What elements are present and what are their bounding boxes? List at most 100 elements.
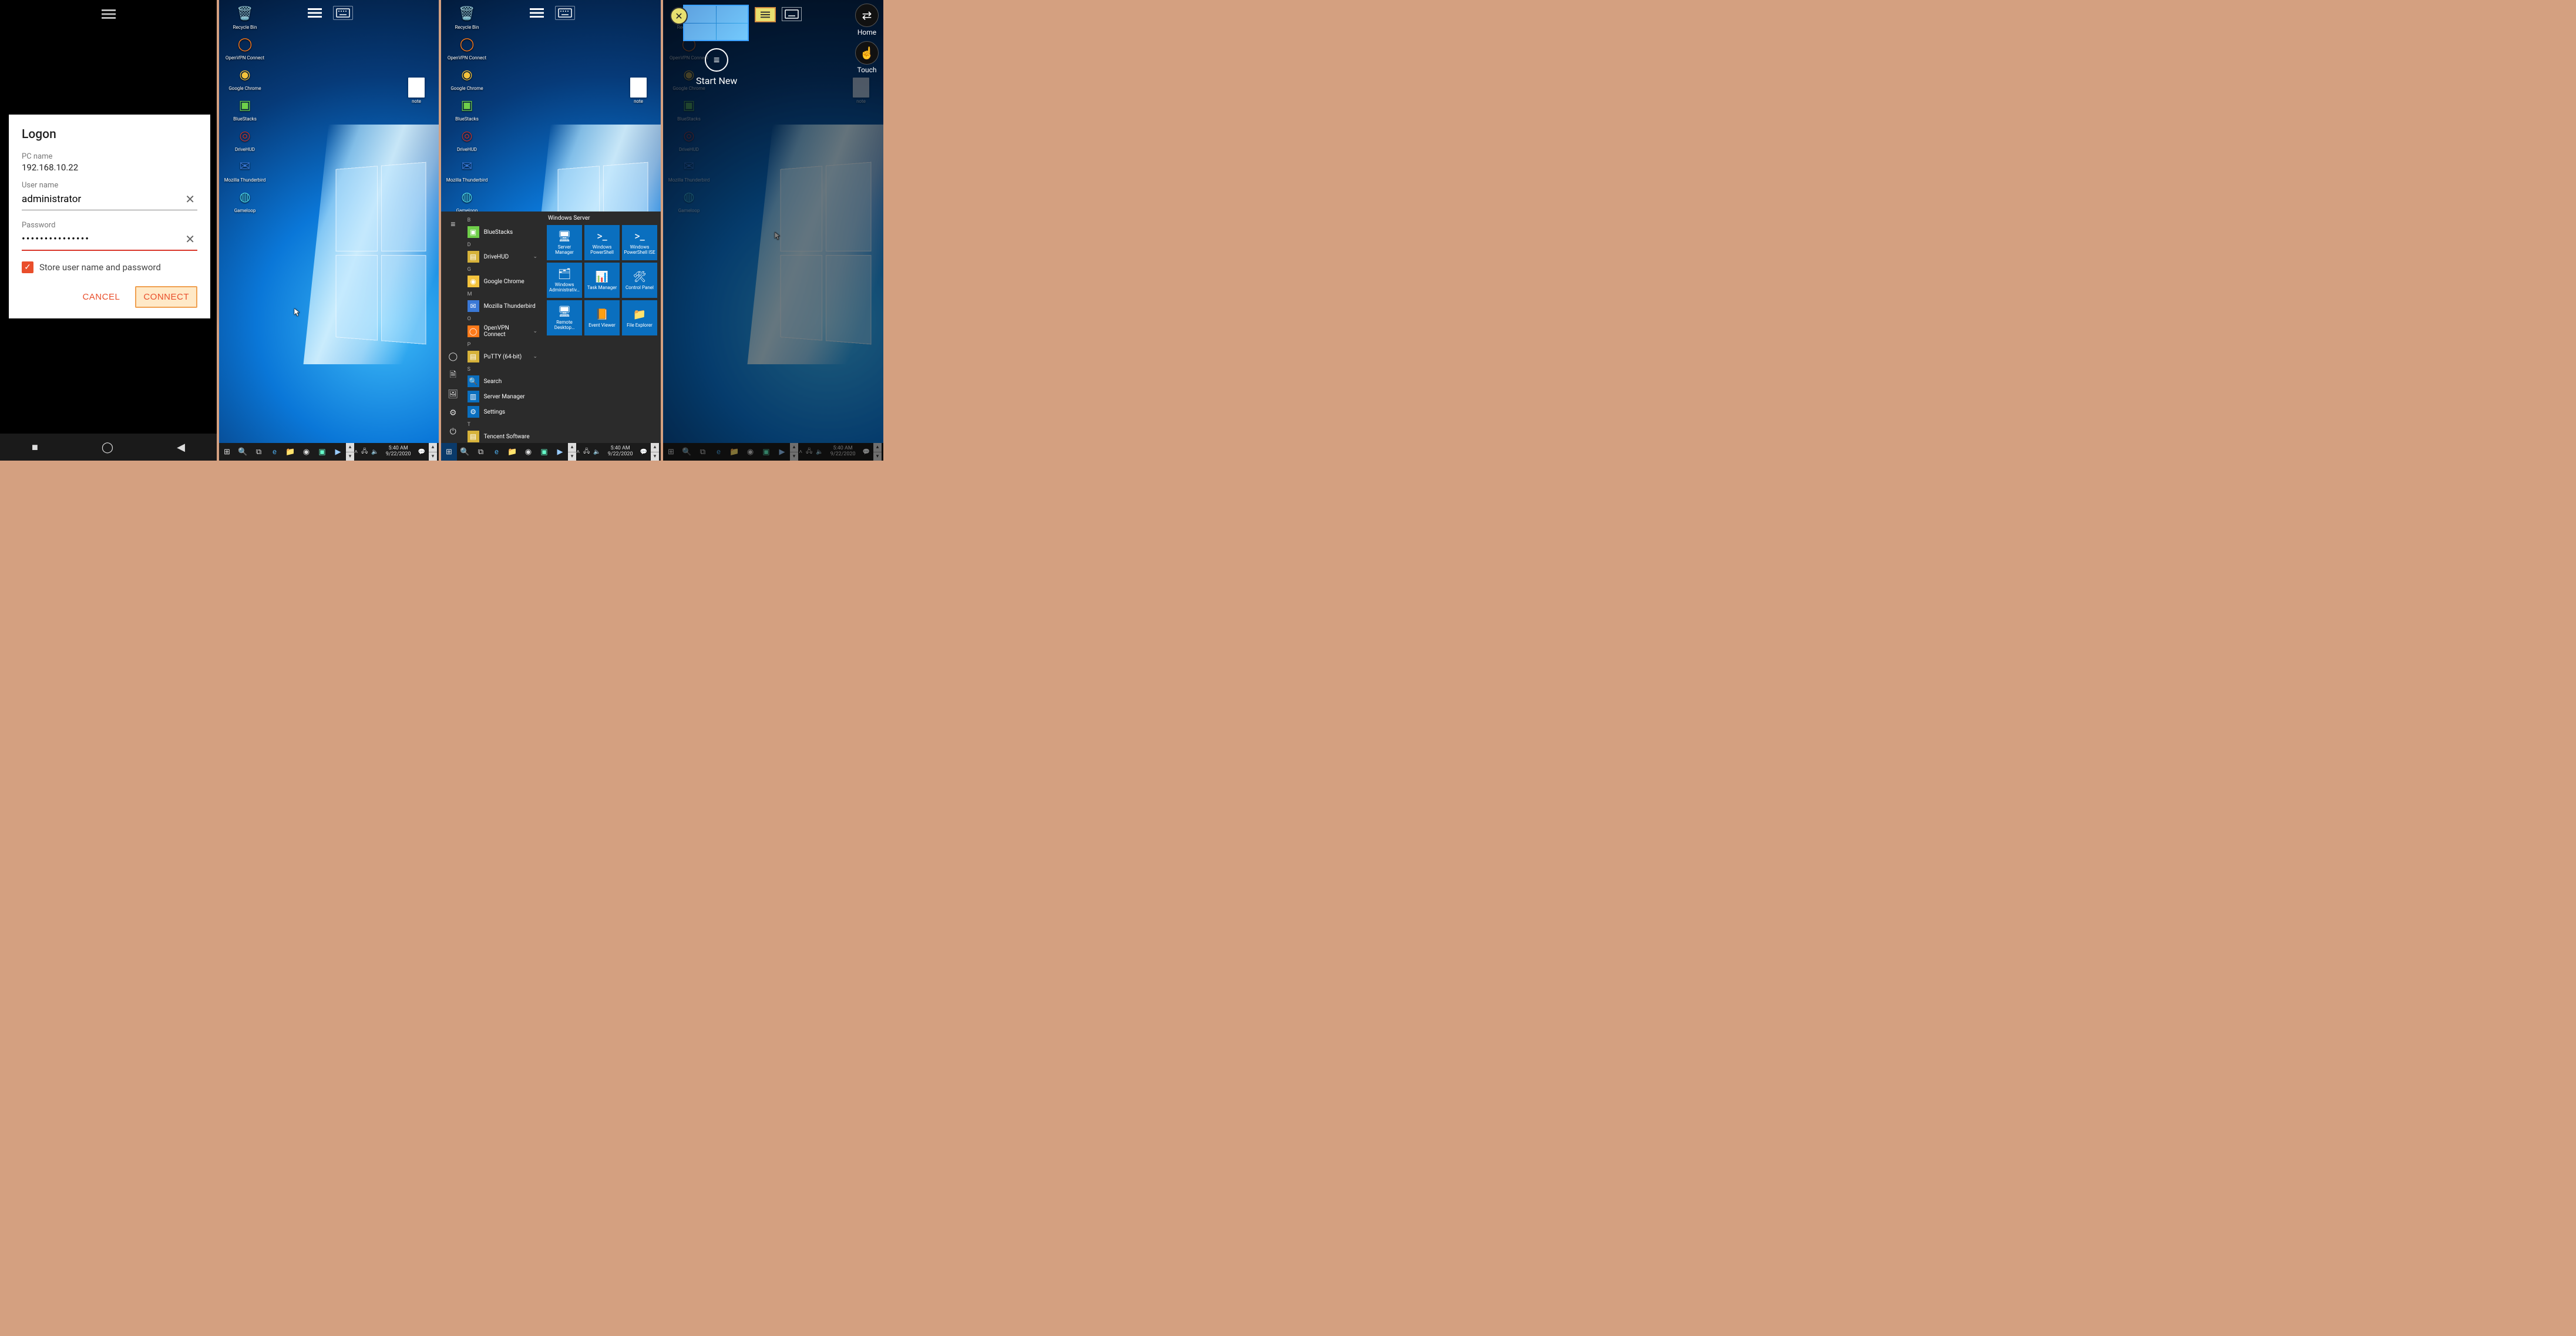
- task-view-button[interactable]: ⧉: [251, 443, 267, 461]
- desktop-icon[interactable]: ▣BlueStacks: [223, 94, 267, 123]
- desktop-icon[interactable]: ▣BlueStacks: [667, 94, 711, 123]
- touch-button[interactable]: ☝ Touch: [855, 41, 879, 74]
- network-icon[interactable]: 🖧: [583, 447, 590, 457]
- start-tile[interactable]: 🖥Server Manager: [547, 225, 582, 260]
- app-list-letter[interactable]: B: [465, 215, 542, 224]
- app-list-letter[interactable]: T: [465, 419, 542, 429]
- ie-taskbar-icon[interactable]: e: [489, 443, 505, 461]
- app-list-item[interactable]: ✉Mozilla Thunderbird: [465, 298, 542, 314]
- note-file-icon[interactable]: note: [625, 78, 651, 104]
- taskbar-scroll-right[interactable]: ▴▾: [651, 443, 659, 461]
- rail-settings-icon[interactable]: ⚙: [448, 408, 458, 418]
- start-button[interactable]: ⊞: [219, 443, 235, 461]
- hamburger-highlight-icon[interactable]: [755, 7, 776, 22]
- session-thumbnail[interactable]: [683, 5, 749, 41]
- start-tile[interactable]: 📙Event Viewer: [584, 300, 620, 335]
- keyboard-icon[interactable]: [782, 7, 802, 21]
- chrome-taskbar-icon[interactable]: ◉: [298, 443, 314, 461]
- desktop-icon[interactable]: ◯OpenVPN Connect: [445, 33, 489, 62]
- ie-taskbar-icon[interactable]: e: [267, 443, 283, 461]
- notifications-icon[interactable]: 💬: [863, 449, 870, 455]
- desktop-icon[interactable]: ◯OpenVPN Connect: [223, 33, 267, 62]
- start-tile[interactable]: 📁File Explorer: [622, 300, 657, 335]
- rail-pictures-icon[interactable]: 🖼: [448, 389, 458, 400]
- task-view-button[interactable]: ⧉: [695, 443, 711, 461]
- desktop-icon[interactable]: ▣BlueStacks: [445, 94, 489, 123]
- app2-taskbar-icon[interactable]: ▶: [552, 443, 568, 461]
- desktop-icon[interactable]: ◎DriveHUD: [223, 125, 267, 153]
- start-button[interactable]: ⊞: [663, 443, 679, 461]
- desktop-icon[interactable]: ✉Mozilla Thunderbird: [667, 155, 711, 184]
- task-view-button[interactable]: ⧉: [473, 443, 489, 461]
- app-list-item[interactable]: ▤Tencent Software: [465, 429, 542, 443]
- sound-icon[interactable]: 🔈: [593, 449, 600, 455]
- desktop-icon[interactable]: ◍Gameloop: [223, 186, 267, 214]
- hamburger-icon[interactable]: [305, 6, 325, 20]
- app-list-letter[interactable]: D: [465, 240, 542, 249]
- close-session-button[interactable]: ✕: [670, 7, 688, 25]
- start-tile[interactable]: 🖥Remote Desktop…: [547, 300, 582, 335]
- remote-desktop[interactable]: 🗑️Recycle Bin◯OpenVPN Connect◉Google Chr…: [441, 0, 661, 461]
- hamburger-icon[interactable]: [99, 7, 119, 21]
- app-list-item[interactable]: ▣BlueStacks: [465, 224, 542, 240]
- start-tile[interactable]: >_Windows PowerShell ISE: [622, 225, 657, 260]
- taskbar-scroll[interactable]: ▴▾: [346, 443, 354, 461]
- ie-taskbar-icon[interactable]: e: [711, 443, 727, 461]
- search-button[interactable]: 🔍: [679, 443, 695, 461]
- desktop-icon[interactable]: ✉Mozilla Thunderbird: [223, 155, 267, 184]
- app2-taskbar-icon[interactable]: ▶: [330, 443, 346, 461]
- app-list-letter[interactable]: P: [465, 340, 542, 349]
- desktop-icon[interactable]: ◍Gameloop: [445, 186, 489, 214]
- store-credentials-row[interactable]: ✓ Store user name and password: [22, 261, 197, 273]
- tray-up-icon[interactable]: ˄: [799, 449, 802, 455]
- search-button[interactable]: 🔍: [457, 443, 473, 461]
- taskbar-clock[interactable]: 5:40 AM 9/22/2020: [827, 446, 859, 458]
- start-menu-app-list[interactable]: B▣BlueStacksD▤DriveHUD⌄G◉Google ChromeM✉…: [465, 212, 544, 443]
- rail-power-icon[interactable]: ⏻: [448, 427, 458, 437]
- tray-up-icon[interactable]: ˄: [354, 449, 358, 455]
- taskbar-scroll-right[interactable]: ▴▾: [873, 443, 882, 461]
- scroll-up-icon[interactable]: ▴: [429, 443, 437, 452]
- app-list-item[interactable]: 🔍Search: [465, 374, 542, 389]
- keyboard-icon[interactable]: [555, 6, 575, 20]
- back-icon[interactable]: ◀: [177, 441, 185, 454]
- hamburger-icon[interactable]: [527, 6, 547, 20]
- recents-icon[interactable]: ■: [32, 441, 38, 454]
- app-list-letter[interactable]: M: [465, 289, 542, 298]
- sound-icon[interactable]: 🔈: [371, 449, 378, 455]
- app2-taskbar-icon[interactable]: ▶: [774, 443, 790, 461]
- scroll-down-icon[interactable]: ▾: [429, 452, 437, 461]
- notifications-icon[interactable]: 💬: [418, 449, 425, 455]
- remote-desktop[interactable]: 🗑️Recycle Bin◯OpenVPN Connect◉Google Chr…: [219, 0, 439, 461]
- scroll-up-icon[interactable]: ▴: [346, 443, 354, 452]
- start-tile[interactable]: 📊Task Manager: [584, 263, 620, 298]
- taskbar-scroll-right[interactable]: ▴▾: [429, 443, 437, 461]
- rail-user-icon[interactable]: ◯: [448, 351, 458, 362]
- scroll-down-icon[interactable]: ▾: [346, 452, 354, 461]
- chrome-taskbar-icon[interactable]: ◉: [520, 443, 536, 461]
- app-list-letter[interactable]: S: [465, 364, 542, 374]
- desktop-icon[interactable]: ◎DriveHUD: [445, 125, 489, 153]
- explorer-taskbar-icon[interactable]: 📁: [505, 443, 520, 461]
- desktop-icon[interactable]: ◉Google Chrome: [223, 63, 267, 92]
- notifications-icon[interactable]: 💬: [640, 449, 647, 455]
- username-input[interactable]: [22, 191, 183, 207]
- app-taskbar-icon[interactable]: ▣: [758, 443, 774, 461]
- start-new-button[interactable]: ≡ Start New: [696, 48, 737, 86]
- desktop-icon[interactable]: ◍Gameloop: [667, 186, 711, 214]
- rail-documents-icon[interactable]: 🗎: [448, 370, 458, 381]
- taskbar-scroll[interactable]: ▴▾: [568, 443, 576, 461]
- app-taskbar-icon[interactable]: ▣: [536, 443, 552, 461]
- connect-button[interactable]: CONNECT: [135, 286, 197, 308]
- password-input[interactable]: [22, 231, 183, 247]
- taskbar-clock[interactable]: 5:40 AM 9/22/2020: [382, 446, 415, 458]
- rail-menu-icon[interactable]: ≡: [448, 219, 458, 229]
- note-file-icon[interactable]: note: [403, 78, 429, 104]
- app-list-item[interactable]: ◉Google Chrome: [465, 274, 542, 289]
- clear-password-icon[interactable]: ✕: [183, 232, 197, 246]
- sound-icon[interactable]: 🔈: [816, 449, 823, 455]
- desktop-icon[interactable]: ◉Google Chrome: [445, 63, 489, 92]
- app-list-letter[interactable]: G: [465, 264, 542, 274]
- store-credentials-checkbox[interactable]: ✓: [22, 261, 33, 273]
- tray-up-icon[interactable]: ˄: [576, 449, 580, 455]
